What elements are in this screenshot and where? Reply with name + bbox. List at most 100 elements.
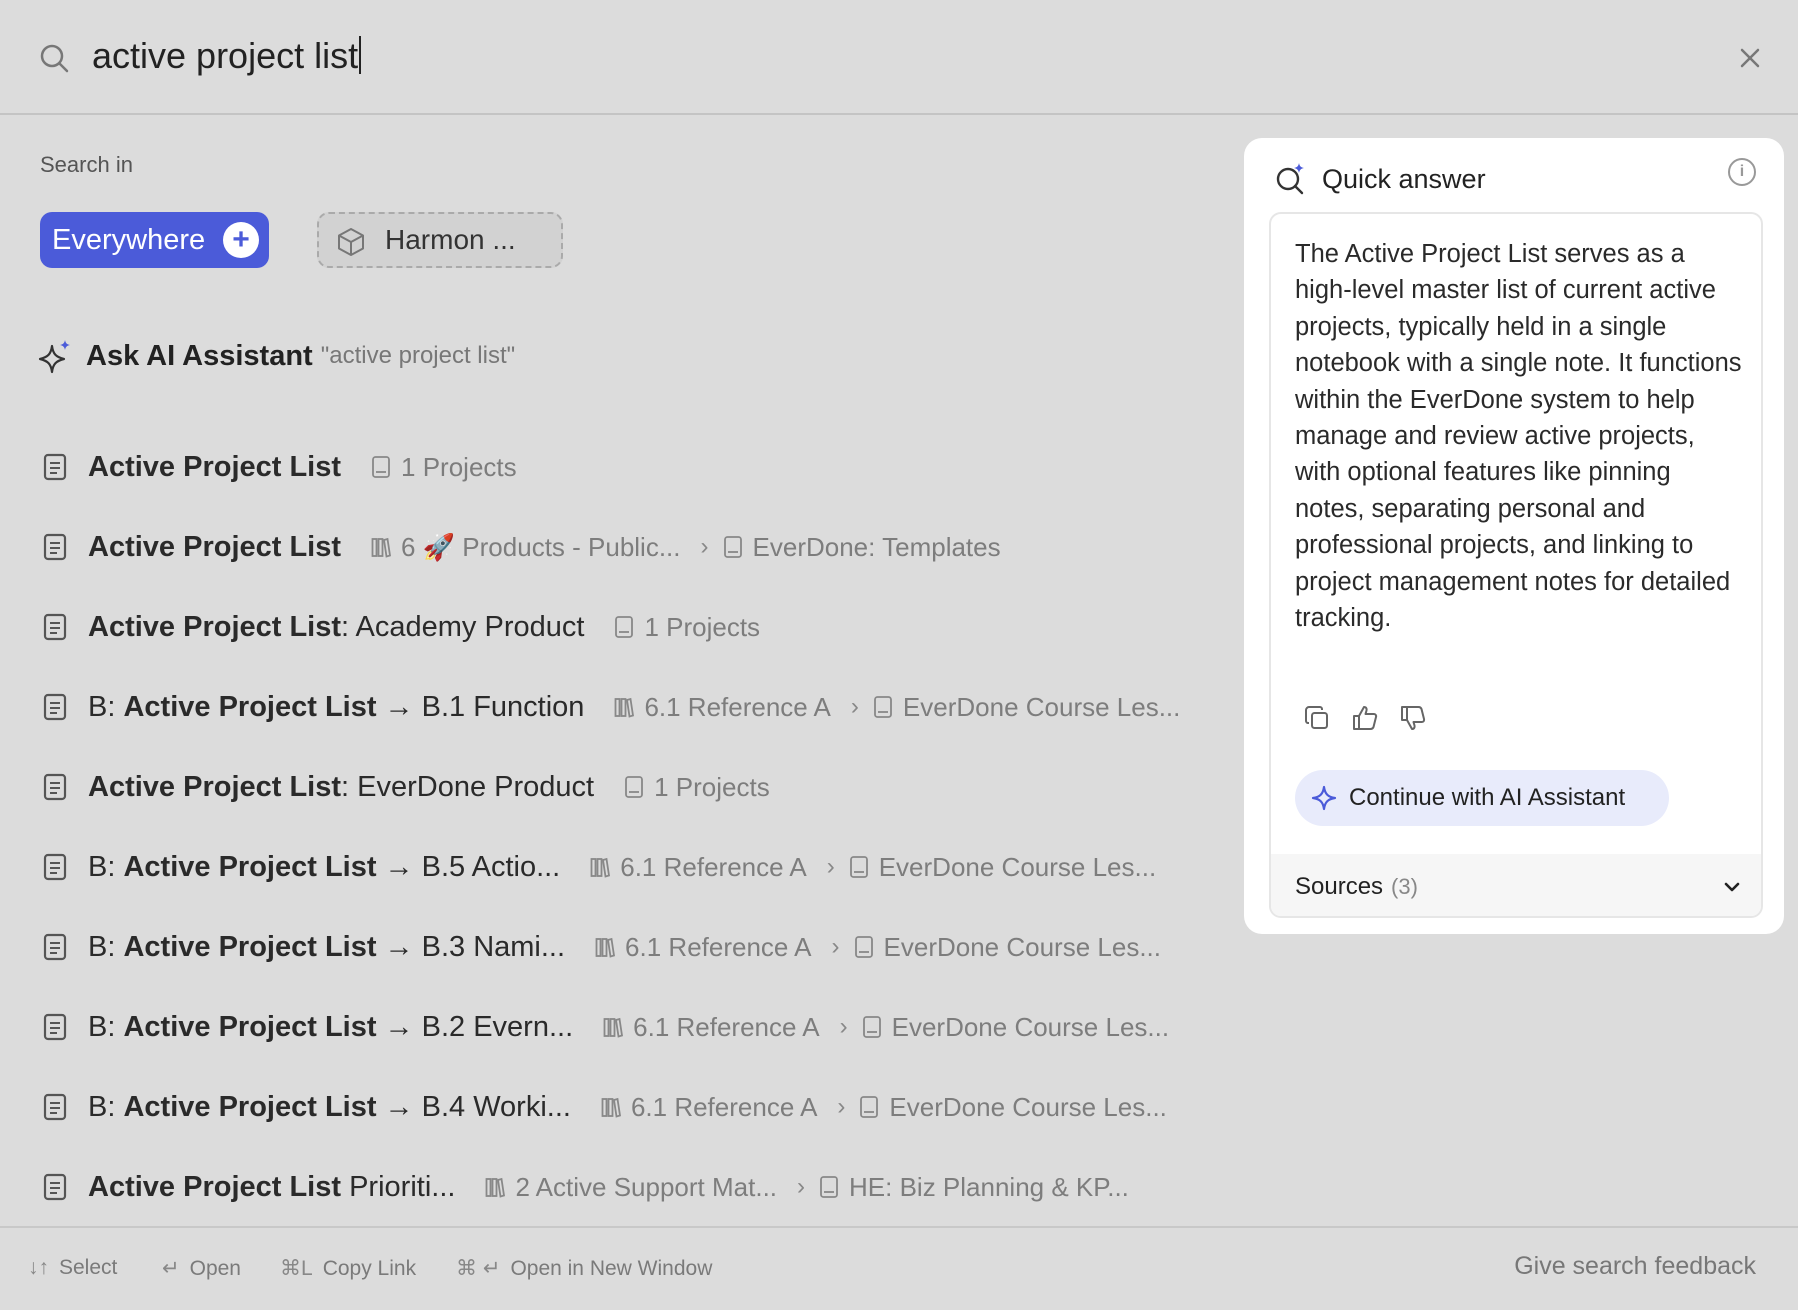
scope-space-label: Harmon ...	[385, 224, 516, 255]
result-suffix: → B.3 Nami...	[376, 930, 566, 963]
result-location: 6.1 Reference A › EverDone Course Les...	[595, 932, 1161, 963]
hint-open-new-window[interactable]: ⌘ ↵ Open in New Window	[456, 1256, 712, 1281]
result-suffix: Prioriti...	[341, 1170, 456, 1203]
result-row[interactable]: Active Project List 1 Projects	[0, 432, 1220, 502]
chevron-right-icon: ›	[797, 1173, 806, 1200]
result-stack: 6.1 Reference A	[644, 691, 831, 722]
chevron-right-icon: ›	[850, 693, 859, 720]
give-search-feedback-link[interactable]: Give search feedback	[1514, 1252, 1756, 1281]
open-key: ↵	[162, 1257, 180, 1280]
result-notebook: EverDone Course Les...	[902, 691, 1181, 722]
search-icon	[40, 44, 69, 73]
hint-copy-link[interactable]: ⌘L Copy Link	[280, 1256, 416, 1281]
result-row[interactable]: Active Project List 6 🚀 Products - Publi…	[0, 512, 1220, 582]
result-stack: 6.1 Reference A	[620, 851, 807, 882]
select-label: Select	[59, 1256, 118, 1279]
result-row[interactable]: B: Active Project List → B.3 Nami... 6.1…	[0, 912, 1220, 982]
stack-icon	[615, 697, 635, 718]
ask-ai-label: Ask AI Assistant	[86, 339, 313, 372]
result-suffix: → B.2 Evern...	[376, 1010, 574, 1043]
result-notebook: EverDone Course Les...	[889, 1091, 1167, 1122]
quick-answer-title: Quick answer	[1322, 163, 1486, 194]
search-query-text: active project list	[92, 35, 359, 76]
quick-answer-text: The Active Project List serves as a high…	[1295, 240, 1742, 633]
stack-icon	[601, 1097, 621, 1118]
result-location: 1 Projects	[371, 452, 517, 483]
result-title: B: Active Project List → B.1 Function	[88, 691, 584, 724]
result-location: 6 🚀 Products - Public... › EverDone: Templ…	[371, 532, 1001, 563]
sources-toggle[interactable]: Sources (3)	[1271, 854, 1761, 916]
info-icon[interactable]: i	[1728, 158, 1756, 186]
result-match: Active Project List	[88, 450, 342, 483]
ask-ai-query: "active project list"	[320, 342, 516, 369]
note-icon	[43, 1093, 67, 1121]
notebook-icon	[615, 616, 634, 638]
hint-select[interactable]: ↓↑ Select	[28, 1256, 117, 1280]
result-location: 6.1 Reference A › EverDone Course Les...	[603, 1012, 1169, 1043]
result-location: 6.1 Reference A › EverDone Course Les...	[590, 852, 1156, 883]
note-icon	[43, 1173, 67, 1201]
scope-everywhere-label: Everywhere	[52, 223, 206, 256]
chevron-right-icon: ›	[831, 933, 840, 960]
quick-answer-panel: Quick answer i The Active Project List s…	[1244, 138, 1784, 934]
newwin-label: Open in New Window	[510, 1257, 713, 1280]
result-row[interactable]: Active Project List: EverDone Product 1 …	[0, 752, 1220, 822]
answer-actions	[1303, 704, 1427, 732]
result-match: Active Project List	[123, 1090, 377, 1123]
scope-everywhere-chip[interactable]: Everywhere +	[40, 212, 269, 268]
stack-icon	[371, 537, 392, 558]
result-match: Active Project List	[123, 690, 377, 723]
result-notebook: EverDone Course Les...	[883, 931, 1161, 962]
scope-space-chip[interactable]: Harmon ...	[317, 212, 563, 268]
note-icon	[43, 773, 67, 801]
thumbs-up-icon[interactable]	[1351, 704, 1379, 732]
result-row[interactable]: Active Project List: Academy Product 1 P…	[0, 592, 1220, 662]
notebook-icon	[862, 1016, 881, 1038]
result-title: Active Project List	[88, 451, 341, 484]
chevron-right-icon: ›	[837, 1093, 846, 1120]
result-row[interactable]: B: Active Project List → B.1 Function 6.…	[0, 672, 1220, 742]
result-match: Active Project List	[123, 1010, 377, 1043]
result-prefix: B:	[88, 930, 124, 963]
chevron-right-icon: ›	[826, 853, 835, 880]
close-icon[interactable]	[1734, 42, 1766, 74]
result-stack: 6 🚀 Products - Public...	[401, 531, 681, 562]
note-icon	[43, 853, 67, 881]
result-notebook: EverDone Course Les...	[878, 851, 1157, 882]
result-row[interactable]: B: Active Project List → B.2 Evern... 6.…	[0, 992, 1220, 1062]
note-icon	[43, 933, 67, 961]
search-input[interactable]: active project list	[92, 34, 362, 78]
text-caret	[359, 36, 362, 74]
note-icon	[43, 1013, 67, 1041]
result-row[interactable]: Active Project List Prioriti... 2 Active…	[0, 1152, 1220, 1222]
result-title: B: Active Project List → B.5 Actio...	[88, 851, 560, 884]
notebook-icon	[372, 456, 390, 478]
result-match: Active Project List	[88, 1170, 342, 1203]
plus-icon[interactable]: +	[223, 222, 259, 258]
hint-open[interactable]: ↵ Open	[162, 1256, 241, 1281]
result-notebook: 1 Projects	[401, 451, 517, 482]
result-title: B: Active Project List → B.2 Evern...	[88, 1011, 573, 1044]
result-prefix: B:	[88, 1090, 124, 1123]
result-location: 1 Projects	[614, 612, 760, 643]
sources-count: (3)	[1391, 874, 1418, 899]
result-title: Active Project List: EverDone Product	[88, 771, 594, 804]
copy-icon[interactable]	[1303, 704, 1331, 732]
select-key: ↓↑	[28, 1256, 49, 1279]
result-notebook: HE: Biz Planning & KP...	[849, 1171, 1129, 1202]
notebook-icon	[849, 856, 868, 878]
thumbs-down-icon[interactable]	[1399, 704, 1427, 732]
sparkle-icon	[1311, 785, 1337, 811]
note-icon	[43, 453, 67, 481]
continue-with-ai-button[interactable]: Continue with AI Assistant	[1295, 770, 1669, 826]
result-stack: 6.1 Reference A	[625, 931, 812, 962]
result-suffix: → B.4 Worki...	[376, 1090, 571, 1123]
result-notebook: 1 Projects	[654, 771, 770, 802]
result-location: 6.1 Reference A › EverDone Course Les...	[614, 692, 1180, 723]
stack-icon	[603, 1017, 624, 1038]
result-row[interactable]: B: Active Project List → B.4 Worki... 6.…	[0, 1072, 1220, 1142]
result-row[interactable]: B: Active Project List → B.5 Actio... 6.…	[0, 832, 1220, 902]
note-icon	[43, 693, 67, 721]
cube-icon	[338, 228, 364, 256]
ask-ai-assistant[interactable]: Ask AI Assistant "active project list"	[38, 334, 515, 378]
